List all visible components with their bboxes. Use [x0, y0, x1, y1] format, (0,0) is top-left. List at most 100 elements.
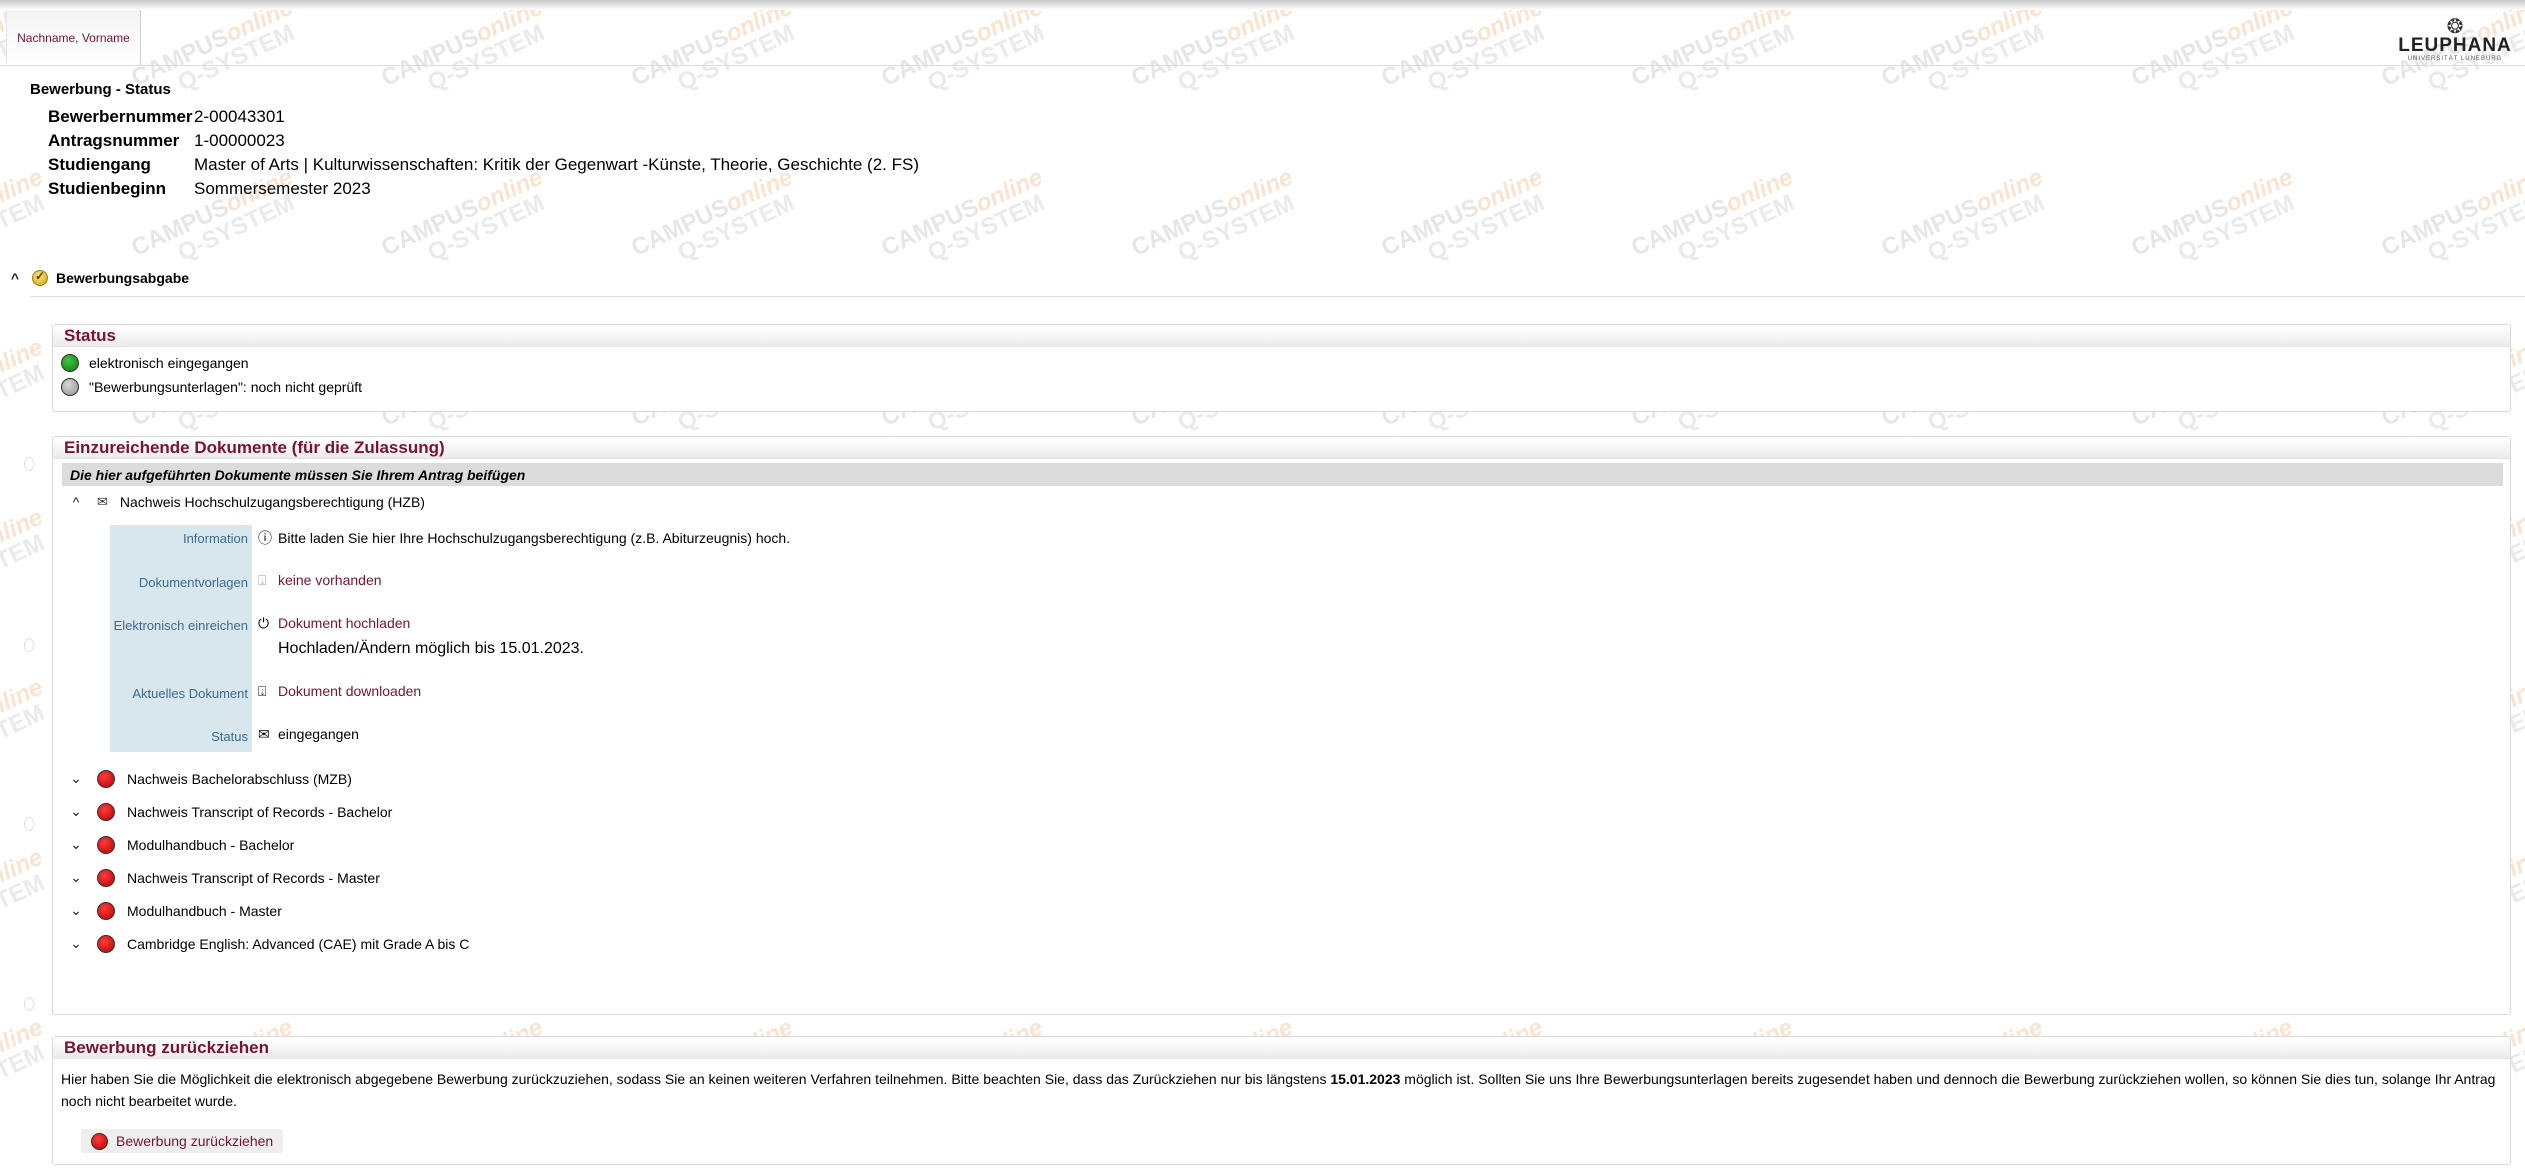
document-label: Nachweis Transcript of Records - Bachelo…: [127, 803, 393, 820]
detail-value: ✉ eingegangen: [252, 726, 359, 743]
logo-text: LEUPHANA: [2398, 35, 2512, 56]
detail-row-status: Status ✉ eingegangen: [110, 723, 1510, 752]
red-status-icon: [97, 769, 115, 788]
chevron-down-icon[interactable]: ⌄: [69, 836, 83, 853]
chevron-down-icon[interactable]: ⌄: [69, 935, 83, 952]
section-toggle-bewerbungsabgabe[interactable]: ^ Bewerbungsabgabe: [8, 269, 189, 286]
application-info: Bewerbernummer 2-00043301 Antragsnummer …: [48, 105, 919, 201]
document-label: Cambridge English: Advanced (CAE) mit Gr…: [127, 935, 470, 952]
info-row: Antragsnummer 1-00000023: [48, 129, 919, 153]
watermark-text: CAMPUSonlineQ-SYSTEM: [1127, 163, 1299, 267]
info-value: 1-00000023: [194, 131, 285, 150]
withdraw-application-button[interactable]: Bewerbung zurückziehen: [81, 1129, 284, 1153]
red-status-icon: [91, 1132, 108, 1150]
document-row[interactable]: ⌄ Nachweis Transcript of Records - Maste…: [53, 861, 2510, 894]
info-value: Sommersemester 2023: [194, 179, 371, 198]
withdraw-panel: Bewerbung zurückziehen Hier haben Sie di…: [52, 1036, 2511, 1165]
page-title: Bewerbung - Status: [30, 81, 171, 98]
red-status-icon: [97, 868, 115, 887]
green-status-icon: [61, 354, 79, 372]
logo-subtitle: UNIVERSITÄT LÜNEBURG: [2407, 56, 2503, 62]
red-status-icon: [97, 901, 115, 920]
withdraw-description: Hier haben Sie die Möglichkeit die elekt…: [53, 1059, 2510, 1112]
document-details: Information ⓘ Bitte laden Sie hier Ihre H…: [110, 525, 1510, 752]
detail-row-information: Information ⓘ Bitte laden Sie hier Ihre H…: [110, 525, 1510, 569]
status-panel: Status elektronisch eingegangen "Bewerbu…: [52, 324, 2511, 412]
document-row-hzb[interactable]: ^ ✉ Nachweis Hochschulzugangsberechtigun…: [53, 486, 2510, 517]
info-label: Studienbeginn: [48, 179, 167, 198]
detail-label: Status: [211, 729, 248, 744]
watermark-text: CAMPUSonlineQ-SYSTEM: [1377, 163, 1549, 267]
gray-status-icon: [61, 378, 79, 396]
detail-label: Aktuelles Dokument: [132, 686, 248, 701]
user-name-tab[interactable]: Nachname, Vorname: [6, 10, 141, 65]
chevron-up-icon[interactable]: ^: [8, 270, 22, 286]
side-mark: [24, 997, 34, 1011]
chevron-down-icon[interactable]: ⌄: [69, 803, 83, 820]
documents-panel: Einzureichende Dokumente (für die Zulass…: [52, 436, 2511, 1015]
documents-panel-title: Einzureichende Dokumente (für die Zulass…: [53, 437, 2510, 459]
document-label: Modulhandbuch - Master: [127, 902, 282, 919]
top-bar: Nachname, Vorname ❂ LEUPHANA UNIVERSITÄT…: [0, 0, 2525, 66]
watermark-text: CAMPUSonlineQ-SYSTEM: [0, 1013, 49, 1117]
download-document-link[interactable]: Dokument downloaden: [278, 683, 421, 699]
withdraw-deadline: 15.01.2023: [1330, 1071, 1401, 1087]
status-text: elektronisch eingegangen: [89, 355, 249, 371]
watermark-text: CAMPUSonlineQ-SYSTEM: [0, 843, 49, 947]
document-row[interactable]: ⌄ Modulhandbuch - Master: [53, 894, 2510, 927]
detail-label: Elektronisch einreichen: [113, 618, 248, 633]
status-panel-title: Status: [53, 325, 2510, 347]
document-row[interactable]: ⌄ Modulhandbuch - Bachelor: [53, 828, 2510, 861]
watermark-text: CAMPUSonlineQ-SYSTEM: [1877, 163, 2049, 267]
chevron-up-icon[interactable]: ^: [69, 494, 83, 510]
detail-label: Information: [182, 531, 248, 546]
document-label: Modulhandbuch - Bachelor: [127, 836, 295, 853]
chevron-down-icon[interactable]: ⌄: [69, 869, 83, 886]
document-row[interactable]: ⌄ Cambridge English: Advanced (CAE) mit …: [53, 927, 2510, 960]
top-shadow: [0, 0, 2525, 10]
download-icon: ⍗: [258, 683, 267, 699]
status-item: elektronisch eingegangen: [53, 351, 2510, 375]
detail-label: Dokumentvorlagen: [138, 575, 248, 590]
side-mark: [24, 817, 34, 831]
watermark-text: CAMPUSonlineQ-SYSTEM: [2377, 163, 2525, 267]
watermark-text: CAMPUSonlineQ-SYSTEM: [0, 673, 49, 777]
detail-value: ⏻ Dokument hochladen Hochladen/Ändern mög…: [252, 615, 584, 658]
university-logo[interactable]: ❂ LEUPHANA UNIVERSITÄT LÜNEBURG: [2395, 16, 2515, 62]
info-value: 2-00043301: [194, 107, 285, 126]
detail-value: ⍗ Dokument downloaden: [252, 683, 421, 700]
info-value: Master of Arts | Kulturwissenschaften: K…: [194, 155, 920, 174]
document-label: Nachweis Hochschulzugangsberechtigung (H…: [119, 493, 425, 510]
documents-subheading: Die hier aufgeführten Dokumente müssen S…: [62, 463, 2503, 486]
watermark-text: CAMPUSonlineQ-SYSTEM: [2127, 163, 2299, 267]
side-mark: [24, 457, 34, 471]
withdraw-button-label: Bewerbung zurückziehen: [116, 1133, 274, 1149]
info-row: Studienbeginn Sommersemester 2023: [48, 177, 919, 201]
detail-value: ⍗ keine vorhanden: [252, 572, 382, 589]
detail-row-einreichen: Elektronisch einreichen ⏻ Dokument hochla…: [110, 612, 1510, 680]
document-status-value: eingegangen: [278, 726, 359, 742]
information-text: Bitte laden Sie hier Ihre Hochschulzugan…: [278, 530, 791, 546]
user-name-label: Nachname, Vorname: [17, 30, 130, 45]
logo-emblem-icon: ❂: [2446, 16, 2464, 38]
withdraw-panel-title: Bewerbung zurückziehen: [53, 1037, 2510, 1059]
document-label: Nachweis Transcript of Records - Master: [127, 869, 380, 886]
red-status-icon: [97, 835, 115, 854]
info-circle-icon: ⓘ: [258, 530, 272, 546]
envelope-icon: ✉: [97, 493, 108, 509]
document-row[interactable]: ⌄ Nachweis Bachelorabschluss (MZB): [53, 762, 2510, 795]
power-upload-icon: ⏻: [258, 615, 270, 631]
chevron-down-icon[interactable]: ⌄: [69, 902, 83, 919]
detail-row-vorlagen: Dokumentvorlagen ⍗ keine vorhanden: [110, 569, 1510, 612]
upload-document-link[interactable]: Dokument hochladen: [278, 615, 410, 631]
watermark-text: CAMPUSonlineQ-SYSTEM: [0, 333, 49, 437]
info-label: Antragsnummer: [48, 131, 180, 150]
document-row[interactable]: ⌄ Nachweis Transcript of Records - Bache…: [53, 795, 2510, 828]
document-label: Nachweis Bachelorabschluss (MZB): [127, 770, 352, 787]
side-mark: [24, 638, 34, 652]
vorlagen-link[interactable]: keine vorhanden: [278, 572, 382, 588]
info-label: Studiengang: [48, 155, 151, 174]
upload-deadline-note: Hochladen/Ändern möglich bis 15.01.2023.: [278, 640, 584, 657]
red-status-icon: [97, 802, 115, 821]
chevron-down-icon[interactable]: ⌄: [69, 770, 83, 787]
